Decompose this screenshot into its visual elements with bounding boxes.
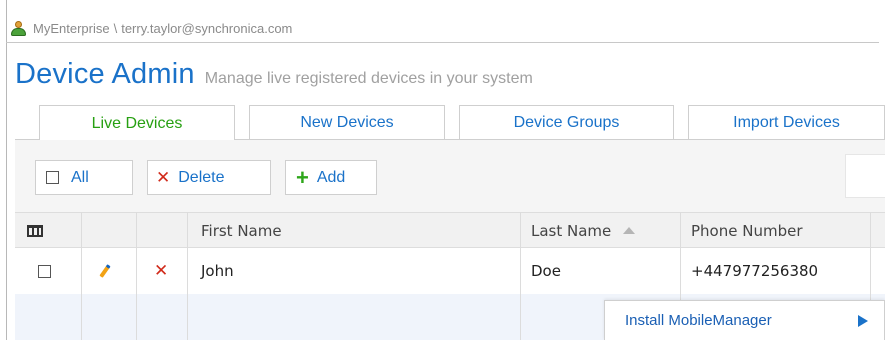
install-mobilemanager-bar[interactable]: Install MobileManager <box>604 300 885 340</box>
toolbar: All ✕ Delete + Add <box>15 140 885 212</box>
header-first-name[interactable]: First Name <box>201 213 282 248</box>
tab-live-devices[interactable]: Live Devices <box>39 105 235 141</box>
user-icon <box>10 20 27 37</box>
add-label: Add <box>316 168 346 186</box>
delete-icon: ✕ <box>154 261 169 281</box>
column-divider <box>136 212 137 340</box>
page-subtitle: Manage live registered devices in your s… <box>204 70 533 87</box>
toolbar-search-area[interactable] <box>845 154 885 198</box>
cell-phone: +447977256380 <box>691 262 819 280</box>
breadcrumb-separator: \ <box>113 21 118 36</box>
tab-device-groups[interactable]: Device Groups <box>459 105 674 140</box>
column-divider <box>187 212 188 340</box>
sort-ascending-icon <box>623 227 636 234</box>
select-all-button[interactable]: All <box>35 160 133 195</box>
delete-row-button[interactable]: ✕ <box>154 248 168 294</box>
header-last-name[interactable]: Last Name <box>531 213 636 248</box>
play-icon[interactable] <box>858 315 868 327</box>
table-row[interactable]: ✕ John Doe +447977256380 <box>15 248 885 294</box>
tab-bar: Live Devices New Devices Device Groups I… <box>0 105 885 141</box>
header-last-name-label: Last Name <box>531 221 612 240</box>
title-row: Device Admin Manage live registered devi… <box>15 58 533 91</box>
cell-first-name: John <box>201 262 234 280</box>
install-mobilemanager-label: Install MobileManager <box>625 312 772 329</box>
tab-import-devices[interactable]: Import Devices <box>688 105 885 140</box>
delete-icon: ✕ <box>156 167 171 187</box>
columns-icon <box>27 224 43 237</box>
edit-row-button[interactable] <box>99 248 111 294</box>
delete-label: Delete <box>178 168 225 186</box>
table-header: First Name Last Name Phone Number <box>15 212 885 248</box>
row-checkbox[interactable] <box>38 248 51 294</box>
checkbox-icon <box>46 171 59 184</box>
breadcrumb-enterprise[interactable]: MyEnterprise <box>33 21 110 36</box>
pencil-icon <box>99 264 111 278</box>
column-chooser-button[interactable] <box>27 213 43 248</box>
header-divider <box>6 42 879 43</box>
delete-button[interactable]: ✕ Delete <box>147 160 271 195</box>
breadcrumb-user[interactable]: terry.taylor@synchronica.com <box>121 21 292 36</box>
page-title: Device Admin <box>15 58 195 90</box>
select-all-label: All <box>71 168 89 186</box>
plus-icon: + <box>296 164 309 190</box>
column-divider <box>81 212 82 340</box>
header-phone-number[interactable]: Phone Number <box>691 213 803 248</box>
tab-new-devices[interactable]: New Devices <box>249 105 445 140</box>
cell-last-name: Doe <box>531 262 561 280</box>
breadcrumb: MyEnterprise \ terry.taylor@synchronica.… <box>10 20 292 37</box>
column-divider <box>520 212 521 340</box>
add-button[interactable]: + Add <box>285 160 377 195</box>
